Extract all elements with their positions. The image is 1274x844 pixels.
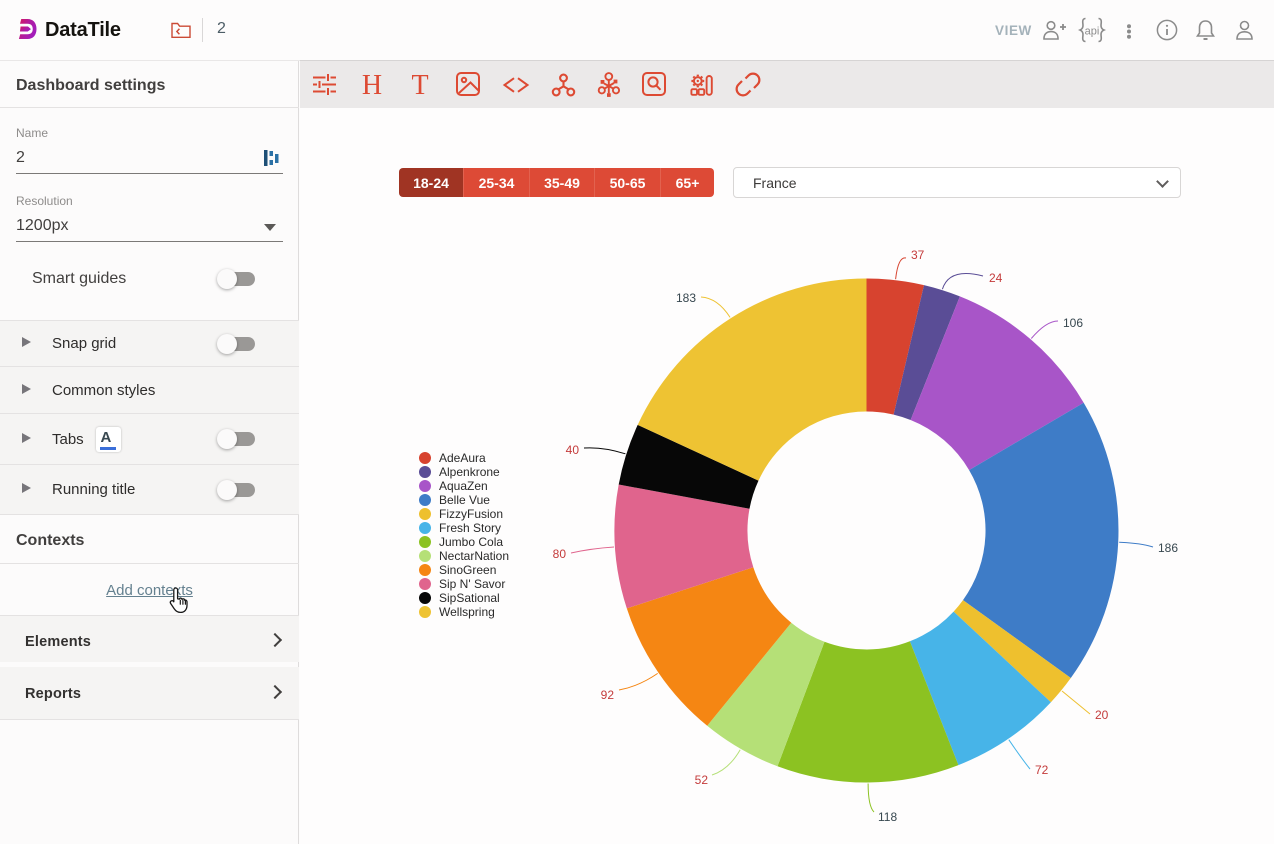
svg-text:40: 40 [566,443,580,457]
svg-text:37: 37 [911,248,925,262]
svg-text:183: 183 [676,291,696,305]
svg-text:118: 118 [878,810,897,824]
svg-text:52: 52 [695,773,709,787]
svg-text:24: 24 [989,271,1003,285]
svg-text:api: api [1085,26,1100,38]
svg-text:186: 186 [1158,541,1178,555]
svg-text:20: 20 [1095,708,1109,722]
svg-text:80: 80 [553,547,567,561]
svg-text:106: 106 [1063,316,1083,330]
svg-text:72: 72 [1035,763,1049,777]
svg-text:92: 92 [601,688,615,702]
